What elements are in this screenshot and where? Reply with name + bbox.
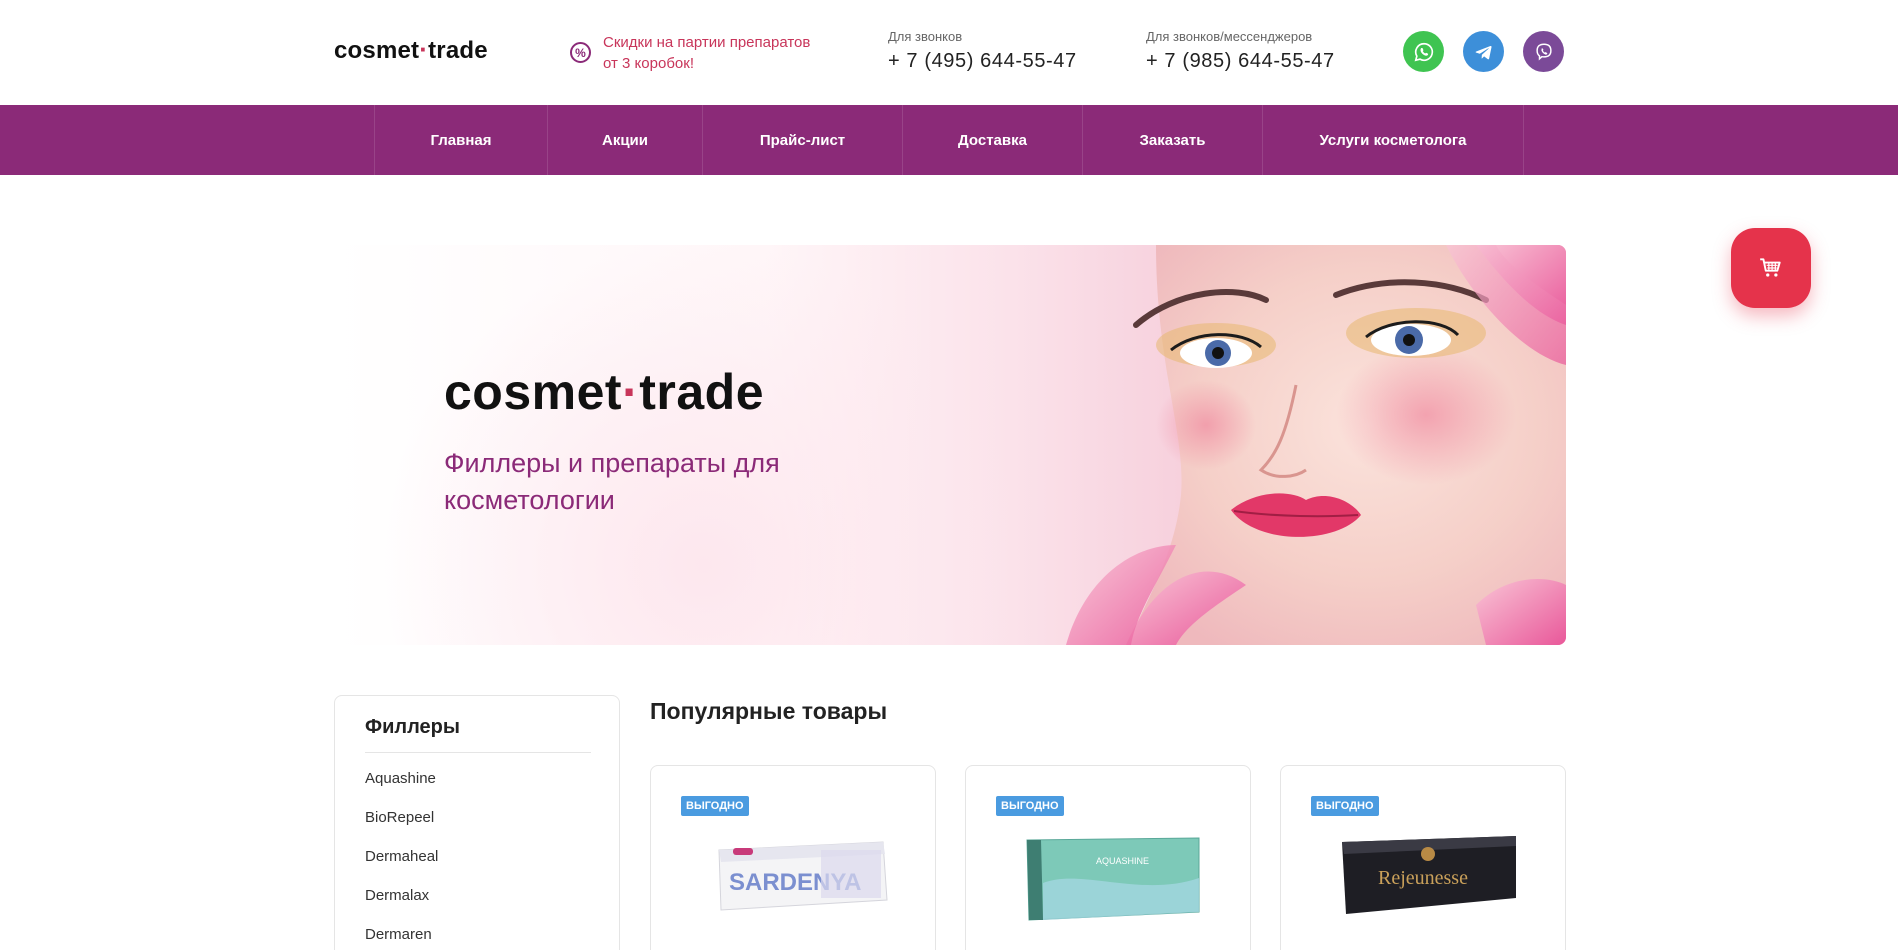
telegram-button[interactable] (1463, 31, 1504, 72)
telegram-icon (1475, 45, 1492, 59)
product-brand-text: AQUASHINE (1096, 856, 1149, 866)
sidebar-item-biorepeel[interactable]: BioRepeel (365, 807, 438, 846)
logo-text-right: trade (428, 37, 488, 64)
sidebar-divider (365, 752, 591, 753)
social-links (1403, 31, 1564, 72)
nav-item-delivery[interactable]: Доставка (902, 105, 1082, 175)
logo-text-left: cosmet (334, 37, 420, 64)
discount-badge: ВЫГОДНО (681, 796, 749, 816)
whatsapp-icon (1414, 42, 1433, 61)
discount-badge: ВЫГОДНО (1311, 796, 1379, 816)
nav-item-home[interactable]: Главная (374, 105, 547, 175)
product-image-sardenya: SARDENYA (718, 841, 888, 911)
cart-icon (1760, 258, 1781, 277)
product-image-aquashine: AQUASHINE (1026, 837, 1200, 921)
cart-button[interactable] (1731, 228, 1811, 308)
product-card[interactable]: ВЫГОДНО AQUASHINE (965, 765, 1251, 950)
viber-button[interactable] (1523, 31, 1564, 72)
phone-label: Для звонков/мессенджеров (1146, 29, 1313, 44)
site-header: cosmet·trade % Скидки на партии препарат… (0, 0, 1898, 105)
promo-notice: % Скидки на партии препаратов от 3 короб… (570, 32, 813, 74)
product-card[interactable]: ВЫГОДНО Rejeunesse (1280, 765, 1566, 950)
product-image-rejeunesse: Rejeunesse (1342, 836, 1516, 914)
hero-logo-dot: · (622, 364, 640, 420)
nav-items: Главная Акции Прайс-лист Доставка Заказа… (374, 105, 1524, 175)
promo-text: Скидки на партии препаратов от 3 коробок… (603, 34, 811, 72)
product-brand-text: Rejeunesse (1378, 867, 1468, 889)
main-nav: Главная Акции Прайс-лист Доставка Заказа… (0, 105, 1898, 175)
hero-face-image (1066, 245, 1566, 645)
hero-subtitle: Филлеры и препараты для косметологии (444, 448, 780, 515)
product-card[interactable]: ВЫГОДНО SARDENYA (650, 765, 936, 950)
sidebar-item-aquashine[interactable]: Aquashine (365, 768, 438, 807)
nav-item-cosmetologist-services[interactable]: Услуги косметолога (1262, 105, 1524, 175)
hero-logo-right: trade (639, 364, 764, 420)
hero-banner: cosmet·trade Филлеры и препараты для кос… (334, 245, 1566, 645)
percent-icon: % (570, 42, 591, 63)
sidebar-title: Филлеры (365, 716, 460, 738)
popular-products-title: Популярные товары (650, 698, 888, 724)
hero-logo-left: cosmet (444, 364, 623, 420)
nav-item-promotions[interactable]: Акции (547, 105, 702, 175)
hero-logo: cosmet·trade (444, 363, 764, 421)
phone-block-messengers: Для звонков/мессенджеров + 7 (985) 644-5… (1146, 29, 1335, 73)
discount-badge: ВЫГОДНО (996, 796, 1064, 816)
category-sidebar: Филлеры Aquashine BioRepeel Dermaheal De… (334, 695, 620, 950)
site-logo[interactable]: cosmet·trade (334, 34, 488, 65)
sidebar-item-dermaheal[interactable]: Dermaheal (365, 846, 438, 885)
nav-item-price-list[interactable]: Прайс-лист (702, 105, 902, 175)
phone-number-link[interactable]: + 7 (495) 644-55-47 (888, 50, 1077, 73)
sidebar-item-dermaren[interactable]: Dermaren (365, 924, 438, 950)
sidebar-list: Aquashine BioRepeel Dermaheal Dermalax D… (365, 768, 438, 950)
phone-number-link[interactable]: + 7 (985) 644-55-47 (1146, 50, 1335, 73)
nav-item-order[interactable]: Заказать (1082, 105, 1262, 175)
phone-block-calls: Для звонков + 7 (495) 644-55-47 (888, 29, 1077, 73)
whatsapp-button[interactable] (1403, 31, 1444, 72)
sidebar-item-dermalax[interactable]: Dermalax (365, 885, 438, 924)
logo-dot: · (419, 34, 429, 64)
viber-icon (1535, 42, 1552, 61)
phone-label: Для звонков (888, 29, 963, 44)
